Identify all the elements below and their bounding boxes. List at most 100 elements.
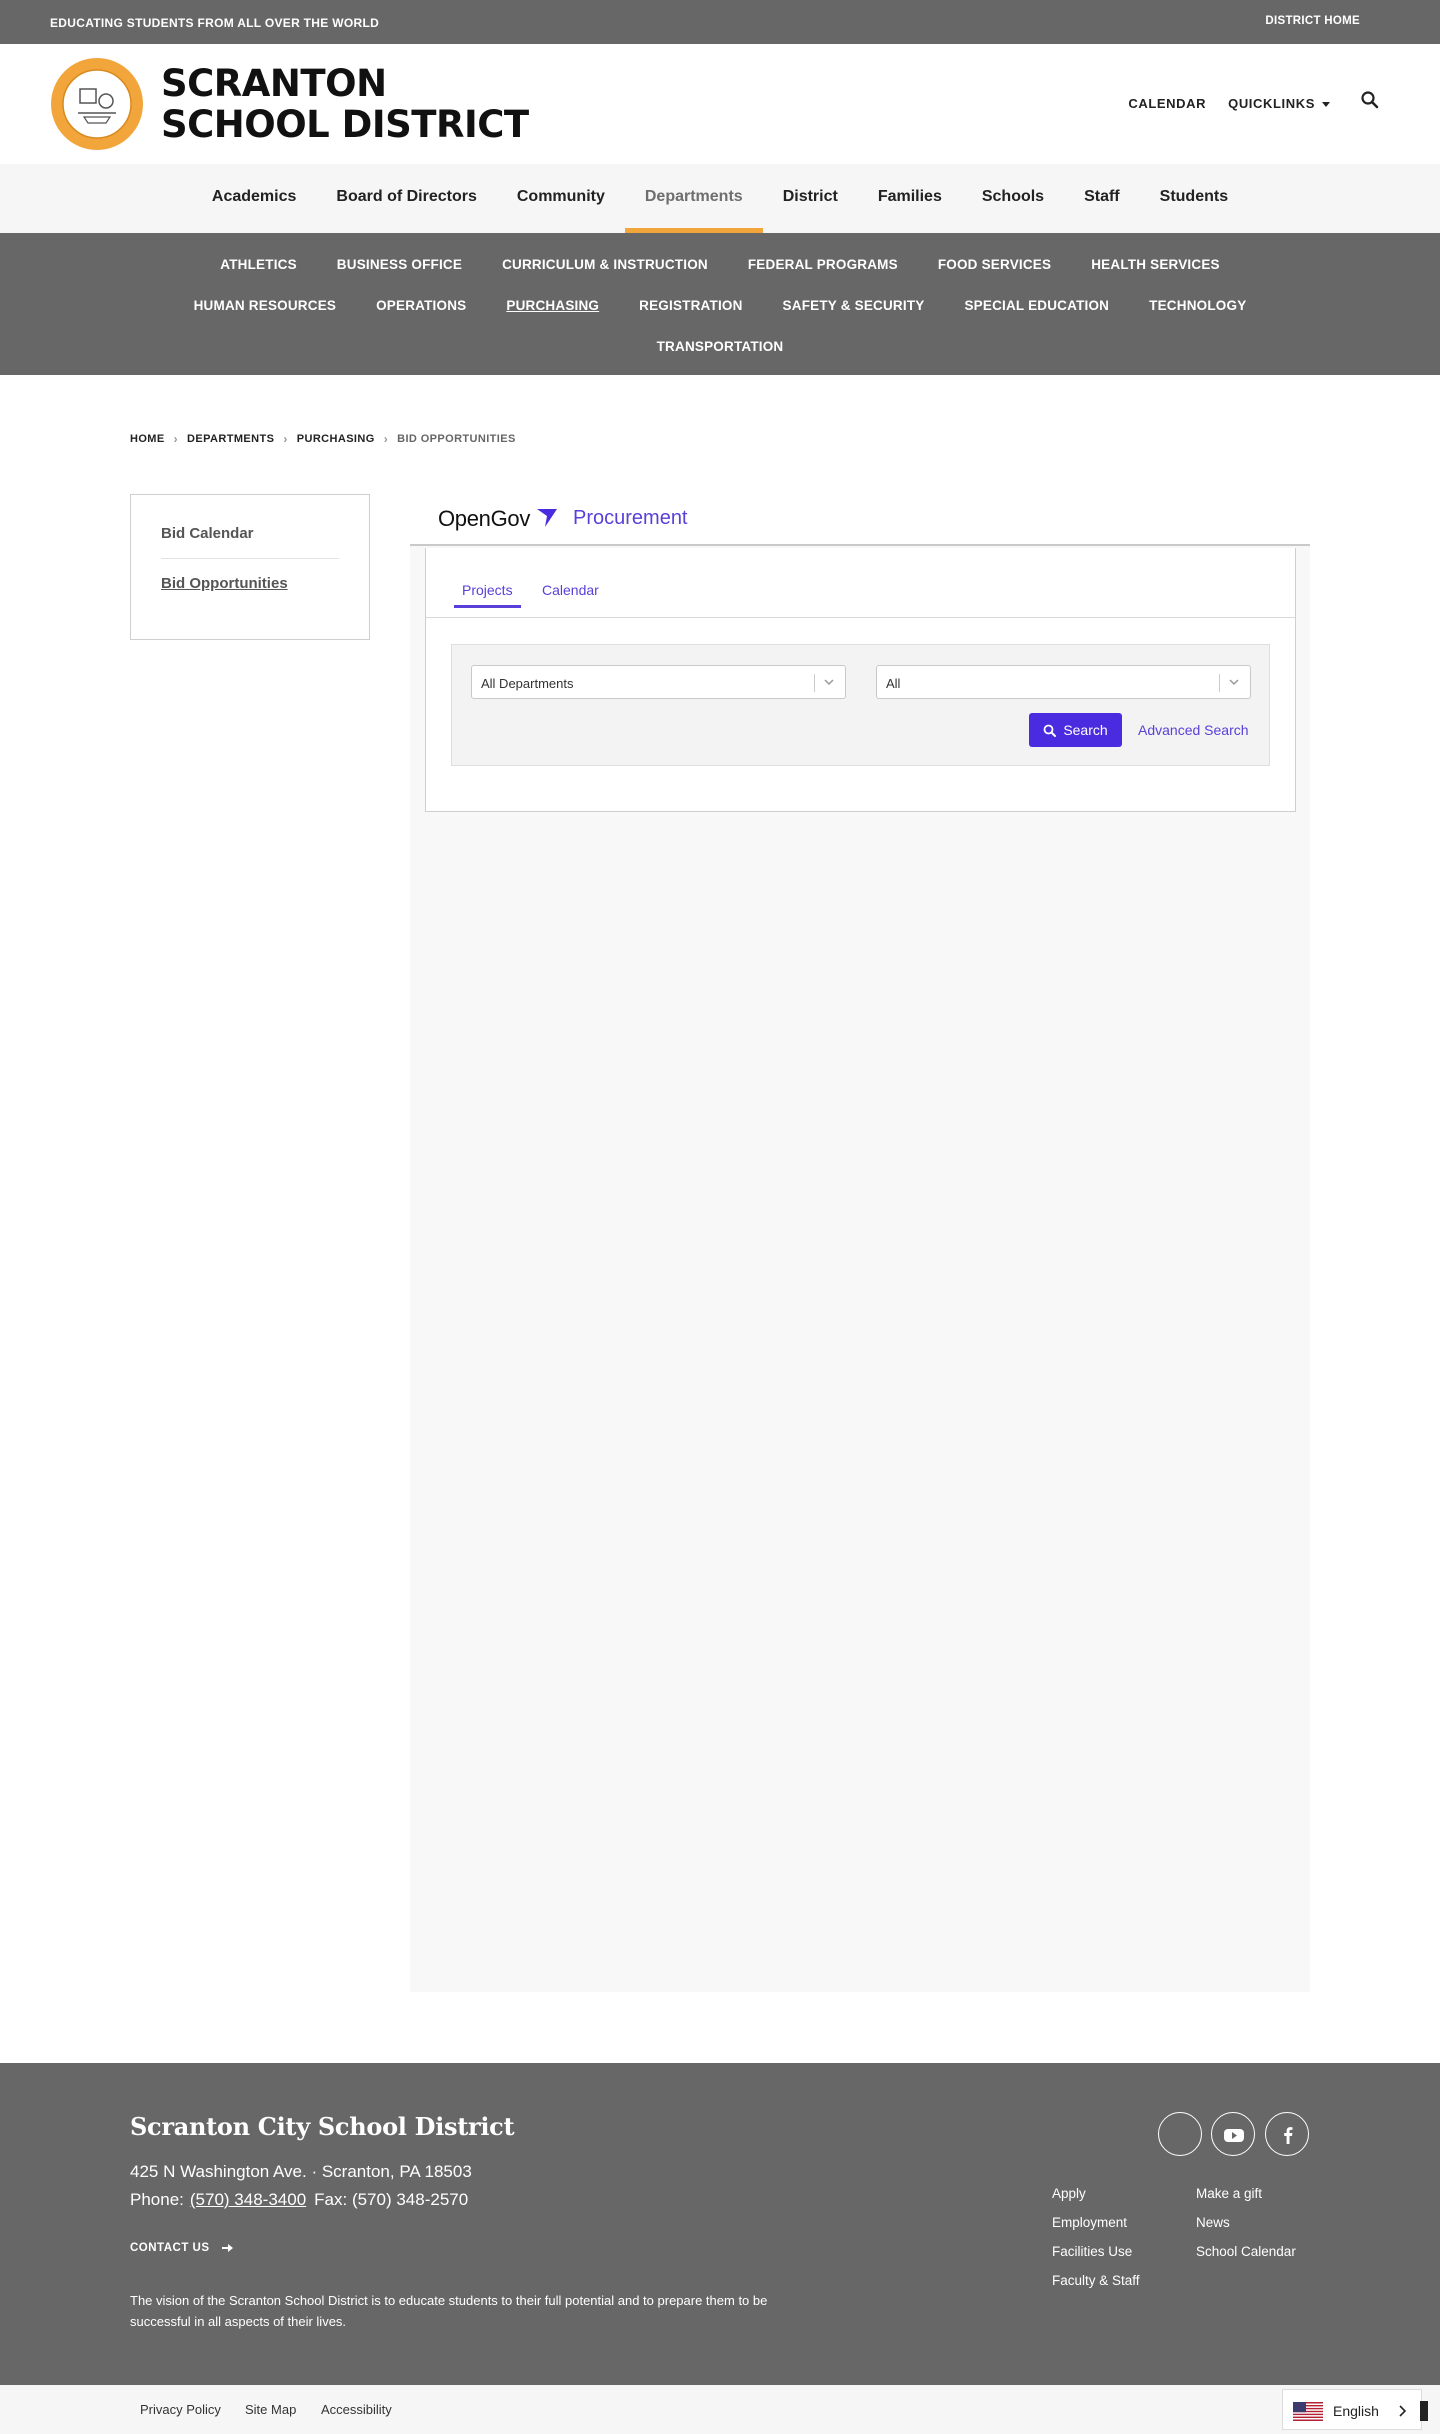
subnav-curriculum-and-instruction[interactable]: CURRICULUM & INSTRUCTION	[482, 249, 728, 290]
opengov-product: Procurement	[573, 507, 688, 529]
opengov-logo-icon	[537, 509, 557, 527]
select-divider	[1219, 674, 1220, 692]
breadcrumb-separator-icon: ›	[283, 432, 288, 446]
breadcrumb-separator-icon: ›	[173, 432, 179, 446]
footer-link-school-calendar[interactable]: School Calendar	[1196, 2237, 1296, 2266]
chevron-right-icon	[1399, 2405, 1406, 2417]
advanced-search-link[interactable]: Advanced Search	[1138, 722, 1249, 738]
breadcrumb-departments[interactable]: DEPARTMENTS	[187, 433, 274, 445]
subnav-transportation[interactable]: TRANSPORTATION	[637, 331, 804, 372]
quicklinks-dropdown[interactable]: QUICKLINKS	[1228, 96, 1330, 111]
subnav-safety-and-security[interactable]: SAFETY & SECURITY	[763, 290, 945, 331]
accessibility-link[interactable]: Accessibility	[321, 2402, 392, 2417]
footer-link-apply[interactable]: Apply	[1052, 2179, 1140, 2208]
scroll-handle[interactable]	[1420, 2401, 1428, 2421]
search-icon[interactable]	[1360, 90, 1380, 110]
contact-us-link[interactable]: CONTACT US	[130, 2242, 234, 2254]
tab-projects[interactable]: Projects	[454, 582, 521, 608]
main-nav-board-of-directors[interactable]: Board of Directors	[316, 164, 496, 233]
section-side-nav: Bid Calendar Bid Opportunities	[130, 494, 370, 640]
footer-phone: Phone: (570) 348-3400 Fax: (570) 348-2570	[130, 2190, 468, 2210]
breadcrumb: HOME › DEPARTMENTS › PURCHASING › BID OPPORTUN…	[130, 432, 516, 446]
instagram-icon[interactable]	[1158, 2112, 1202, 2156]
footer-address: 425 N Washington Ave. · Scranton, PA 185…	[130, 2162, 472, 2181]
main-nav-community[interactable]: Community	[497, 164, 625, 233]
search-icon	[1043, 724, 1057, 737]
subnav-human-resources[interactable]: HUMAN RESOURCES	[174, 290, 357, 331]
phone-link[interactable]: (570) 348-3400	[190, 2190, 306, 2209]
privacy-policy-link[interactable]: Privacy Policy	[140, 2402, 221, 2417]
department-select-value: All Departments	[481, 676, 574, 691]
utility-links: CALENDAR QUICKLINKS	[1128, 96, 1330, 111]
tab-calendar[interactable]: Calendar	[542, 582, 599, 598]
breadcrumb-separator-icon: ›	[383, 432, 389, 446]
opengov-search-card: Projects Calendar All Departments All Se…	[425, 548, 1296, 812]
search-button[interactable]: Search	[1029, 713, 1122, 747]
select-divider	[814, 674, 815, 692]
breadcrumb-bid-opportunities: BID OPPORTUNITIES	[397, 433, 516, 445]
district-name-line1: SCRANTON	[161, 62, 387, 105]
footer-link-employment[interactable]: Employment	[1052, 2208, 1140, 2237]
main-navigation: Academics Board of Directors Community Depa…	[0, 164, 1440, 237]
phone-label: Phone:	[130, 2190, 184, 2209]
footer-links-col1: Apply Employment Facilities Use Faculty & S…	[1052, 2179, 1140, 2295]
main-nav-students[interactable]: Students	[1140, 164, 1248, 233]
footer-title: Scranton City School District	[130, 2112, 515, 2141]
side-nav-bid-opportunities[interactable]: Bid Opportunities	[161, 559, 339, 592]
subnav-operations[interactable]: OPERATIONS	[356, 290, 486, 331]
opengov-header: OpenGov Procurement	[410, 494, 1310, 546]
main-nav-district[interactable]: District	[763, 164, 858, 233]
language-label: English	[1333, 2403, 1379, 2419]
footer-link-faculty-and-staff[interactable]: Faculty & Staff	[1052, 2266, 1140, 2295]
status-select-value: All	[886, 676, 901, 691]
youtube-icon[interactable]	[1211, 2112, 1255, 2156]
subnav-health-services[interactable]: HEALTH SERVICES	[1071, 249, 1240, 290]
bottom-legal-bar: Privacy Policy Site Map Accessibility En…	[0, 2385, 1440, 2434]
language-selector[interactable]: English	[1282, 2389, 1422, 2430]
top-utility-bar: EDUCATING STUDENTS FROM ALL OVER THE WOR…	[0, 0, 1440, 44]
main-nav-academics[interactable]: Academics	[192, 164, 317, 233]
quicklinks-label: QUICKLINKS	[1228, 96, 1315, 111]
side-nav-bid-calendar[interactable]: Bid Calendar	[161, 525, 339, 559]
district-home-link[interactable]: DISTRICT HOME	[1265, 15, 1360, 27]
breadcrumb-purchasing[interactable]: PURCHASING	[297, 433, 375, 445]
footer-link-facilities-use[interactable]: Facilities Use	[1052, 2237, 1140, 2266]
footer-vision-statement: The vision of the Scranton School Distri…	[130, 2293, 768, 2329]
subnav-food-services[interactable]: FOOD SERVICES	[918, 249, 1071, 290]
site-footer: Scranton City School District 425 N Wash…	[0, 2063, 1440, 2385]
subnav-purchasing[interactable]: PURCHASING	[486, 290, 619, 331]
district-tagline: EDUCATING STUDENTS FROM ALL OVER THE WOR…	[50, 16, 380, 30]
opengov-procurement-embed: OpenGov Procurement Projects Calendar Al…	[410, 494, 1310, 1992]
footer-link-news[interactable]: News	[1196, 2208, 1296, 2237]
main-nav-families[interactable]: Families	[858, 164, 962, 233]
department-select[interactable]: All Departments	[471, 665, 846, 699]
district-name[interactable]: SCRANTON SCHOOL DISTRICT	[161, 63, 529, 145]
fax-number: Fax: (570) 348-2570	[314, 2190, 469, 2209]
chevron-down-icon	[1229, 679, 1239, 686]
subnav-special-education[interactable]: SPECIAL EDUCATION	[944, 290, 1129, 331]
caret-down-icon	[1322, 102, 1330, 108]
contact-us-label: CONTACT US	[130, 2242, 210, 2254]
main-nav-schools[interactable]: Schools	[962, 164, 1064, 233]
main-nav-staff[interactable]: Staff	[1064, 164, 1140, 233]
breadcrumb-home[interactable]: HOME	[130, 433, 165, 445]
status-select[interactable]: All	[876, 665, 1251, 699]
district-name-line2: SCHOOL DISTRICT	[161, 103, 529, 146]
facebook-icon[interactable]	[1265, 2112, 1309, 2156]
subnav-technology[interactable]: TECHNOLOGY	[1129, 290, 1266, 331]
opengov-tabs: Projects Calendar	[426, 548, 1295, 618]
subnav-athletics[interactable]: ATHLETICS	[200, 249, 317, 290]
footer-links-col2: Make a gift News School Calendar	[1196, 2179, 1296, 2266]
district-seal-logo[interactable]	[50, 57, 144, 151]
main-nav-departments[interactable]: Departments	[624, 164, 763, 237]
site-header: SCRANTON SCHOOL DISTRICT CALENDAR QUICKL…	[0, 44, 1440, 164]
footer-link-make-a-gift[interactable]: Make a gift	[1196, 2179, 1296, 2208]
site-map-link[interactable]: Site Map	[245, 2402, 296, 2417]
department-subnav: ATHLETICS BUSINESS OFFICE CURRICULUM & INS…	[0, 233, 1440, 375]
subnav-business-office[interactable]: BUSINESS OFFICE	[317, 249, 482, 290]
opengov-brand: OpenGov	[438, 506, 531, 531]
subnav-federal-programs[interactable]: FEDERAL PROGRAMS	[728, 249, 918, 290]
search-button-label: Search	[1063, 722, 1108, 738]
subnav-registration[interactable]: REGISTRATION	[619, 290, 762, 331]
calendar-link[interactable]: CALENDAR	[1128, 96, 1206, 111]
